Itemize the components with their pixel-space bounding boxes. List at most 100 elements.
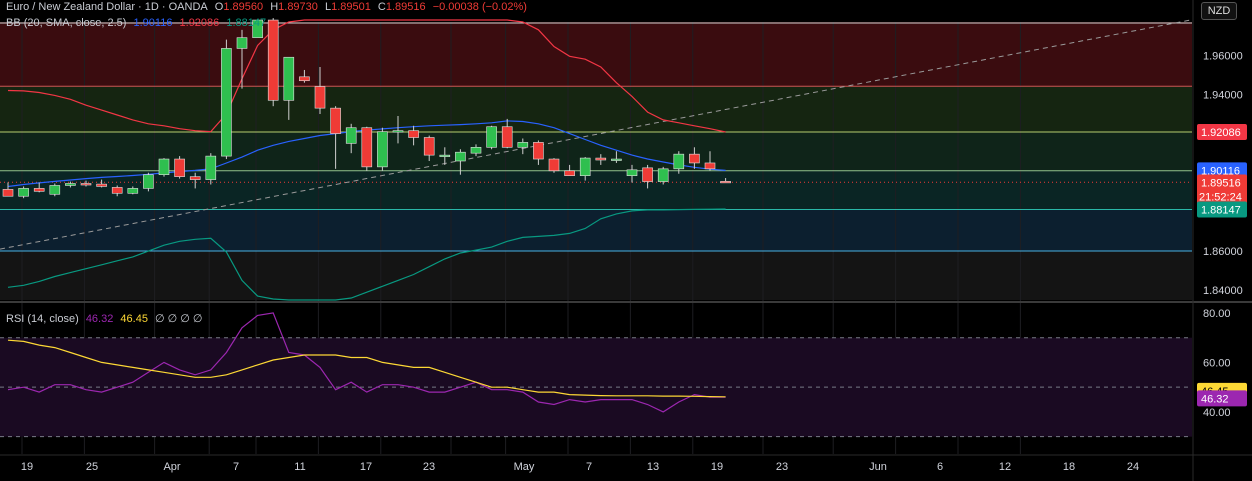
zone-5 (0, 251, 1192, 300)
x-tick-label: 11 (294, 461, 305, 473)
x-tick-label: Jun (869, 461, 887, 473)
x-tick-label: 19 (21, 461, 33, 473)
candle-down (564, 170, 575, 176)
symbol-legend: Euro / New Zealand Dollar · 1D · OANDA O… (6, 1, 531, 13)
candle-up (470, 146, 482, 154)
open-value: 1.89560 (223, 1, 264, 13)
candle-up (657, 168, 669, 182)
rsi-value: 46.32 (85, 313, 114, 325)
rsi-tick-label: 60.00 (1203, 357, 1231, 369)
bb-legend: BB (20, SMA, close, 2.5) 1.90116 1.92086… (6, 17, 270, 29)
zone-0 (0, 22, 1192, 87)
x-tick-label: 23 (776, 461, 788, 473)
x-tick-label: 12 (999, 461, 1011, 473)
rsi-label: RSI (14, close) (6, 313, 79, 325)
candle-down (361, 127, 373, 168)
candle-up (65, 183, 76, 186)
candle-up (673, 153, 685, 170)
candle-up (49, 185, 61, 195)
bb-upper-value: 1.92086 (179, 17, 220, 29)
candle-down (642, 167, 653, 182)
bb-label: BB (20, SMA, close, 2.5) (6, 17, 127, 29)
candle-up (143, 174, 154, 189)
x-tick-label: 6 (937, 461, 943, 473)
rsi-legend: RSI (14, close) 46.32 46.45 ∅ ∅ ∅ ∅ (6, 312, 207, 325)
candle-down (80, 183, 92, 186)
x-tick-label: 18 (1063, 461, 1075, 473)
candle-up (455, 151, 466, 162)
candle-down (267, 19, 279, 101)
candle-up (236, 37, 248, 49)
last-price-badge: 1.89516 (1201, 178, 1241, 190)
bb-lower-badge: 1.88147 (1201, 205, 1241, 217)
candle-down (299, 76, 310, 82)
candle-up (611, 158, 622, 161)
candle-up (18, 188, 29, 197)
high-label: H (270, 1, 279, 13)
zone-1 (0, 86, 1192, 133)
candle-down (174, 158, 185, 177)
candle-up (439, 154, 451, 157)
x-tick-label: May (514, 461, 535, 473)
candle-up (517, 142, 529, 148)
x-tick-label: 25 (86, 461, 98, 473)
bb-lower-value: 1.88147 (226, 17, 267, 29)
candle-down (330, 107, 341, 134)
change-value: −0.00038 (−0.02%) (432, 1, 527, 13)
bb-upper-badge: 1.92086 (1201, 127, 1241, 139)
candle-down (533, 142, 544, 160)
candle-up (221, 48, 232, 157)
candle-down (423, 137, 435, 156)
low-value: 1.89501 (331, 1, 371, 13)
candle-down (704, 162, 716, 170)
x-tick-label: 23 (423, 461, 435, 473)
candle-down (314, 86, 326, 109)
candle-down (408, 130, 419, 138)
candle-down (595, 157, 607, 161)
candle-up (579, 157, 591, 176)
zone-4 (0, 209, 1192, 252)
rsi-tick-label: 40.00 (1203, 407, 1231, 419)
candle-down (33, 188, 45, 192)
currency-badge[interactable]: NZD (1201, 2, 1237, 20)
x-tick-label: Apr (163, 461, 180, 473)
x-tick-label: 13 (647, 461, 659, 473)
candle-down (501, 126, 513, 148)
close-label: C (377, 1, 386, 13)
candle-down (2, 189, 14, 197)
rsi-badge: 46.32 (1201, 393, 1229, 405)
high-value: 1.89730 (278, 1, 318, 13)
price-tick-label: 1.86000 (1203, 246, 1243, 258)
candle-down (689, 153, 700, 164)
price-tick-label: 1.94000 (1203, 89, 1243, 101)
rsi-tick-label: 80.00 (1203, 308, 1231, 320)
price-tick-label: 1.84000 (1203, 285, 1243, 297)
candle-up (392, 130, 404, 133)
x-tick-label: 17 (360, 461, 372, 473)
bb-basis-value: 1.90116 (133, 17, 173, 29)
rsi-extra: ∅ ∅ ∅ ∅ (155, 313, 203, 325)
candle-up (377, 131, 388, 168)
candle-down (96, 183, 107, 187)
candle-down (720, 181, 731, 184)
symbol-title: Euro / New Zealand Dollar · 1D · OANDA (6, 1, 208, 13)
close-value: 1.89516 (385, 1, 426, 13)
candle-up (205, 155, 217, 180)
candle-up (158, 158, 170, 176)
chart-canvas[interactable]: 1.960001.940001.920001.900001.880001.860… (0, 0, 1252, 481)
x-tick-label: 7 (233, 461, 239, 473)
x-tick-label: 24 (1127, 461, 1139, 473)
rsi-ma-value: 46.45 (120, 313, 148, 325)
candle-up (127, 188, 139, 194)
candle-down (548, 158, 560, 172)
x-tick-label: 19 (711, 461, 723, 473)
candle-up (283, 56, 295, 101)
candle-down (111, 187, 123, 194)
candle-up (626, 169, 638, 176)
price-tick-label: 1.96000 (1203, 50, 1243, 62)
candle-down (189, 176, 201, 180)
x-tick-label: 7 (586, 461, 592, 473)
candle-up (345, 127, 357, 144)
candle-up (486, 126, 497, 148)
tradingview-chart[interactable]: 1.960001.940001.920001.900001.880001.860… (0, 0, 1252, 481)
